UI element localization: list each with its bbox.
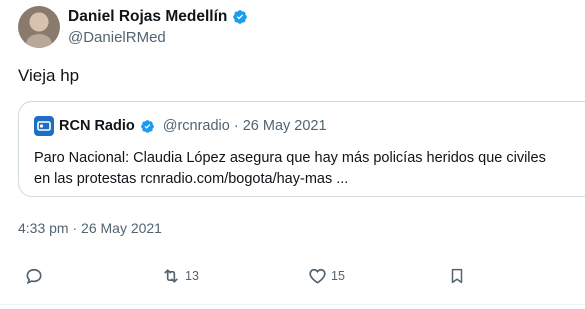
quoted-handle-date: @rcnradio · 26 May 2021 (162, 118, 327, 134)
author-avatar[interactable] (18, 6, 60, 48)
reply-icon (26, 268, 42, 285)
retweet-icon (164, 269, 178, 283)
quoted-tweet-text: Paro Nacional: Claudia López asegura que… (34, 148, 546, 190)
bookmark-icon (451, 268, 463, 284)
retweet-count: 13 (185, 269, 199, 283)
quoted-verified-badge-icon (140, 119, 154, 133)
tweet-text: Vieja hp (18, 66, 80, 85)
quoted-author-name[interactable]: RCN Radio (59, 118, 135, 134)
verified-badge-icon (233, 10, 248, 24)
quoted-tweet-card[interactable]: RCN Radio @rcnradio · 26 May 2021 Paro N… (18, 101, 585, 197)
bookmark-button[interactable] (448, 266, 466, 286)
heart-icon (309, 268, 326, 284)
author-name-row: Daniel Rojas Medellín (68, 8, 248, 26)
bottom-divider (0, 304, 585, 305)
tweet-actions-bar: 13 15 (0, 266, 585, 294)
like-button[interactable]: 15 (307, 266, 345, 286)
author-name[interactable]: Daniel Rojas Medellín (68, 8, 227, 26)
reply-button[interactable] (24, 266, 44, 286)
quoted-text-line-2: en las protestas rcnradio.com/bogota/hay… (34, 171, 349, 187)
rcn-radio-logo-icon (34, 116, 54, 136)
tweet-timestamp[interactable]: 4:33 pm · 26 May 2021 (18, 220, 162, 236)
quoted-text-line-1: Paro Nacional: Claudia López asegura que… (34, 150, 546, 166)
retweet-button[interactable]: 13 (160, 266, 199, 286)
quoted-tweet-header: RCN Radio @rcnradio · 26 May 2021 (34, 116, 327, 136)
like-count: 15 (331, 269, 345, 283)
author-handle[interactable]: @DanielRMed (68, 29, 166, 46)
